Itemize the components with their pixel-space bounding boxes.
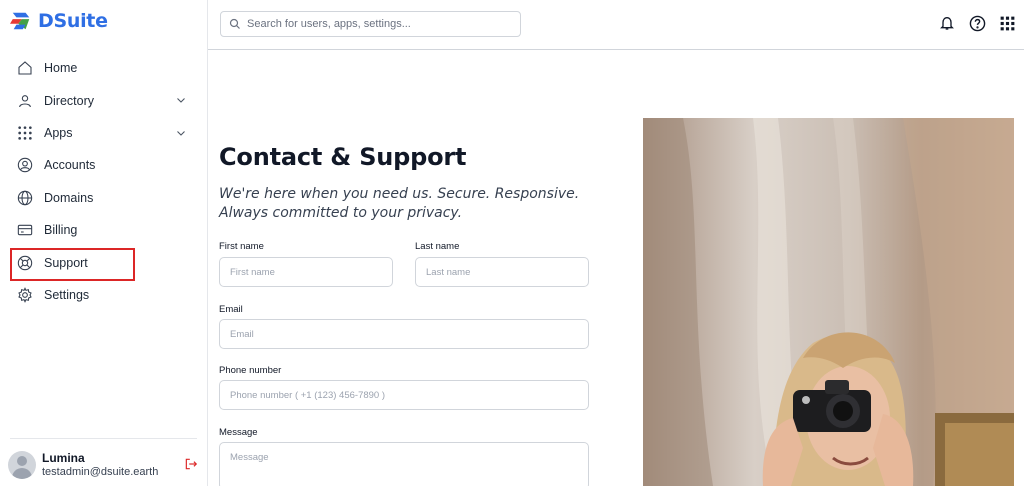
sidebar-item-label: Domains xyxy=(44,190,94,205)
email-label: Email xyxy=(219,304,243,315)
sidebar-nav: Home Directory Apps Accounts Domains Bil… xyxy=(0,52,207,311)
home-icon xyxy=(16,59,34,77)
logout-icon[interactable] xyxy=(184,457,198,471)
sidebar-item-directory[interactable]: Directory xyxy=(0,84,207,116)
sidebar-item-label: Support xyxy=(44,255,88,270)
sidebar-item-label: Billing xyxy=(44,223,78,238)
first-name-field[interactable] xyxy=(219,257,393,287)
sidebar-item-home[interactable]: Home xyxy=(0,52,207,84)
sidebar-item-settings[interactable]: Settings xyxy=(0,279,207,311)
sidebar-item-label: Settings xyxy=(44,287,90,302)
sidebar-item-domains[interactable]: Domains xyxy=(0,182,207,214)
sidebar: DSuite Home Directory Apps Accounts Doma… xyxy=(0,0,208,486)
chevron-down-icon[interactable] xyxy=(175,127,187,139)
sidebar-item-apps[interactable]: Apps xyxy=(0,117,207,149)
avatar xyxy=(8,451,36,479)
message-field[interactable] xyxy=(219,442,589,486)
photo-illustration xyxy=(643,118,1014,486)
main-content: Contact & Support We're here when you ne… xyxy=(208,51,1024,486)
email-field[interactable] xyxy=(219,319,589,349)
sidebar-divider xyxy=(10,438,197,439)
gear-icon xyxy=(16,286,34,304)
first-name-label: First name xyxy=(219,241,264,252)
user-profile[interactable]: Lumina testadmin@dsuite.earth xyxy=(8,448,200,482)
search-input[interactable] xyxy=(247,18,507,30)
page-title: Contact & Support xyxy=(219,143,467,171)
account-circle-icon xyxy=(16,156,34,174)
user-email: testadmin@dsuite.earth xyxy=(42,466,159,478)
sidebar-item-label: Home xyxy=(44,61,78,76)
apps-grid-icon[interactable] xyxy=(998,14,1016,32)
grid-icon xyxy=(16,124,34,142)
chevron-down-icon[interactable] xyxy=(175,94,187,106)
last-name-label: Last name xyxy=(415,241,460,252)
topbar xyxy=(208,0,1024,50)
user-icon xyxy=(16,92,34,110)
sidebar-item-support[interactable]: Support xyxy=(0,246,207,282)
sidebar-item-accounts[interactable]: Accounts xyxy=(0,149,207,181)
dsuite-logo xyxy=(10,12,30,30)
user-text: Lumina testadmin@dsuite.earth xyxy=(42,451,158,479)
message-label: Message xyxy=(219,427,258,438)
sidebar-item-label: Apps xyxy=(44,125,73,140)
last-name-field[interactable] xyxy=(415,257,589,287)
billing-icon xyxy=(16,221,34,239)
help-icon[interactable] xyxy=(968,14,986,32)
phone-field[interactable] xyxy=(219,380,589,410)
globe-icon xyxy=(16,189,34,207)
search-icon xyxy=(229,18,240,29)
user-name: Lumina xyxy=(42,451,85,465)
sidebar-item-billing[interactable]: Billing xyxy=(0,214,207,246)
topbar-actions xyxy=(938,14,1016,32)
phone-label: Phone number xyxy=(219,365,282,376)
sidebar-item-label: Directory xyxy=(44,93,95,108)
brand[interactable]: DSuite xyxy=(10,8,108,34)
lifebuoy-icon xyxy=(16,254,34,272)
bell-icon[interactable] xyxy=(938,14,956,32)
brand-name: DSuite xyxy=(38,10,108,32)
support-photo xyxy=(643,118,1014,486)
search-box[interactable] xyxy=(220,11,521,37)
app-root: DSuite Home Directory Apps Accounts Doma… xyxy=(0,0,1024,486)
sidebar-item-label: Accounts xyxy=(44,158,96,173)
page-subtitle: We're here when you need us. Secure. Res… xyxy=(219,186,580,221)
